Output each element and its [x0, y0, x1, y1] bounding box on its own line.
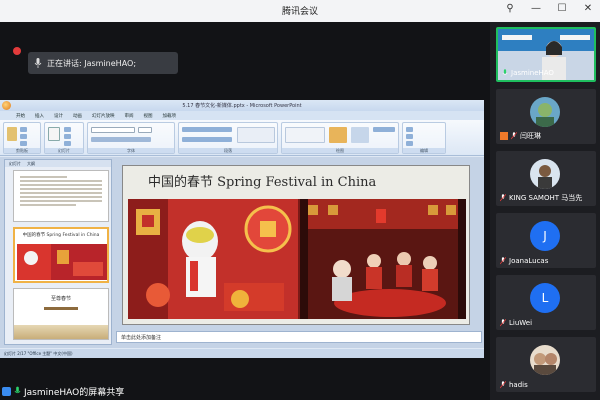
screen-share-icon [2, 386, 11, 396]
participant-name: LiuWei [509, 319, 533, 327]
mic-icon [34, 58, 42, 68]
office-button-icon[interactable] [2, 101, 11, 110]
shared-screen-stage: 正在讲话: JasmineHAO; 5.17 春节文化-新媒体.pptx - M… [0, 22, 490, 400]
window-titlebar: 腾讯会议 ⚲ — ☐ ✕ [0, 0, 600, 22]
avatar: L [530, 283, 560, 313]
camera-off-icon [500, 132, 508, 140]
ribbon-tab[interactable]: 动画 [73, 113, 82, 119]
participant-tile[interactable]: hadis [496, 337, 596, 392]
maximize-icon[interactable]: ☐ [556, 3, 568, 14]
notes-pane[interactable]: 单击此处添加备注 [116, 331, 482, 343]
participant-tile[interactable]: J JoanaLucas [496, 213, 596, 268]
tab-outline[interactable]: 大纲 [27, 161, 35, 167]
slide-thumbnail[interactable]: 至尊春节 [13, 288, 109, 340]
participant-tile[interactable]: KING SAMOHT 马当先 [496, 151, 596, 206]
mic-icon [502, 69, 508, 75]
current-slide[interactable]: 中国的春节 Spring Festival in China [122, 165, 470, 325]
ribbon-tab[interactable]: 加载项 [163, 113, 177, 119]
avatar [530, 97, 560, 127]
mic-muted-icon [500, 194, 506, 202]
participant-name: KING SAMOHT 马当先 [509, 194, 583, 202]
participant-name: 闫旺琳 [520, 132, 541, 140]
participant-tile[interactable]: JasmineHAO [496, 27, 596, 82]
slide-thumbnail-selected[interactable]: 中国的春节 Spring Festival in China [13, 227, 109, 283]
recording-icon [13, 47, 21, 55]
slide-thumbnail[interactable] [13, 170, 109, 222]
mic-muted-icon [500, 257, 506, 265]
powerpoint-window[interactable]: 5.17 春节文化-新媒体.pptx - Microsoft PowerPoin… [0, 100, 484, 358]
status-bar: 幻灯片 2/17 "Office 主题" 中文(中国) [0, 349, 484, 358]
avatar: J [530, 221, 560, 251]
participant-name: JoanaLucas [509, 257, 549, 265]
mic-muted-icon [500, 319, 506, 327]
avatar [530, 345, 560, 375]
participants-panel: JasmineHAO 闫旺琳 KING SAMOHT 马当先 J JoanaLu… [490, 22, 600, 400]
ribbon-tab[interactable]: 审阅 [125, 113, 134, 119]
ribbon-tab[interactable]: 设计 [54, 113, 63, 119]
mic-muted-icon [511, 132, 517, 140]
ribbon-group-slides[interactable]: 幻灯片 [44, 122, 84, 154]
participant-tile[interactable]: L LiuWei [496, 275, 596, 330]
minimize-icon[interactable]: — [530, 3, 542, 14]
participant-tile[interactable]: 闫旺琳 [496, 89, 596, 144]
speaking-indicator: 正在讲话: JasmineHAO; [28, 52, 178, 74]
slides-pane[interactable]: 幻灯片 大纲 中国的春节 Spring Festival in China 至尊… [4, 159, 112, 345]
ribbon-tab[interactable]: 开始 [16, 113, 25, 119]
avatar [530, 159, 560, 189]
pin-icon[interactable]: ⚲ [504, 3, 516, 14]
mic-muted-icon [500, 381, 506, 389]
ribbon-group-paragraph[interactable]: 段落 [178, 122, 278, 154]
tab-slides[interactable]: 幻灯片 [9, 161, 21, 167]
ribbon: 剪贴板 幻灯片 字体 段落 绘图 编辑 [0, 120, 484, 156]
ribbon-tab[interactable]: 插入 [35, 113, 44, 119]
participant-name: hadis [509, 381, 528, 389]
ribbon-tab[interactable]: 视图 [144, 113, 153, 119]
ribbon-tabs: 开始 插入 设计 动画 幻灯片放映 审阅 视图 加载项 [0, 111, 484, 120]
ribbon-group-clipboard[interactable]: 剪贴板 [3, 122, 41, 154]
close-icon[interactable]: ✕ [582, 3, 594, 14]
participant-name: JasmineHAO [511, 69, 554, 77]
ribbon-group-font[interactable]: 字体 [87, 122, 175, 154]
thumb-image [17, 244, 107, 280]
ribbon-group-drawing[interactable]: 绘图 [281, 122, 399, 154]
ribbon-group-editing[interactable]: 编辑 [402, 122, 446, 154]
slide-editor[interactable]: 中国的春节 Spring Festival in China [116, 159, 482, 329]
speaking-label: 正在讲话: JasmineHAO; [47, 58, 137, 68]
screen-share-banner: JasmineHAO的屏幕共享 [0, 384, 124, 398]
mic-icon [14, 386, 21, 394]
ribbon-tab[interactable]: 幻灯片放映 [92, 113, 115, 119]
share-label: JasmineHAO的屏幕共享 [24, 387, 125, 398]
ppt-title: 5.17 春节文化-新媒体.pptx - Microsoft PowerPoin… [182, 103, 302, 109]
slide-image[interactable] [128, 199, 466, 319]
slide-title[interactable]: 中国的春节 Spring Festival in China [148, 171, 376, 190]
